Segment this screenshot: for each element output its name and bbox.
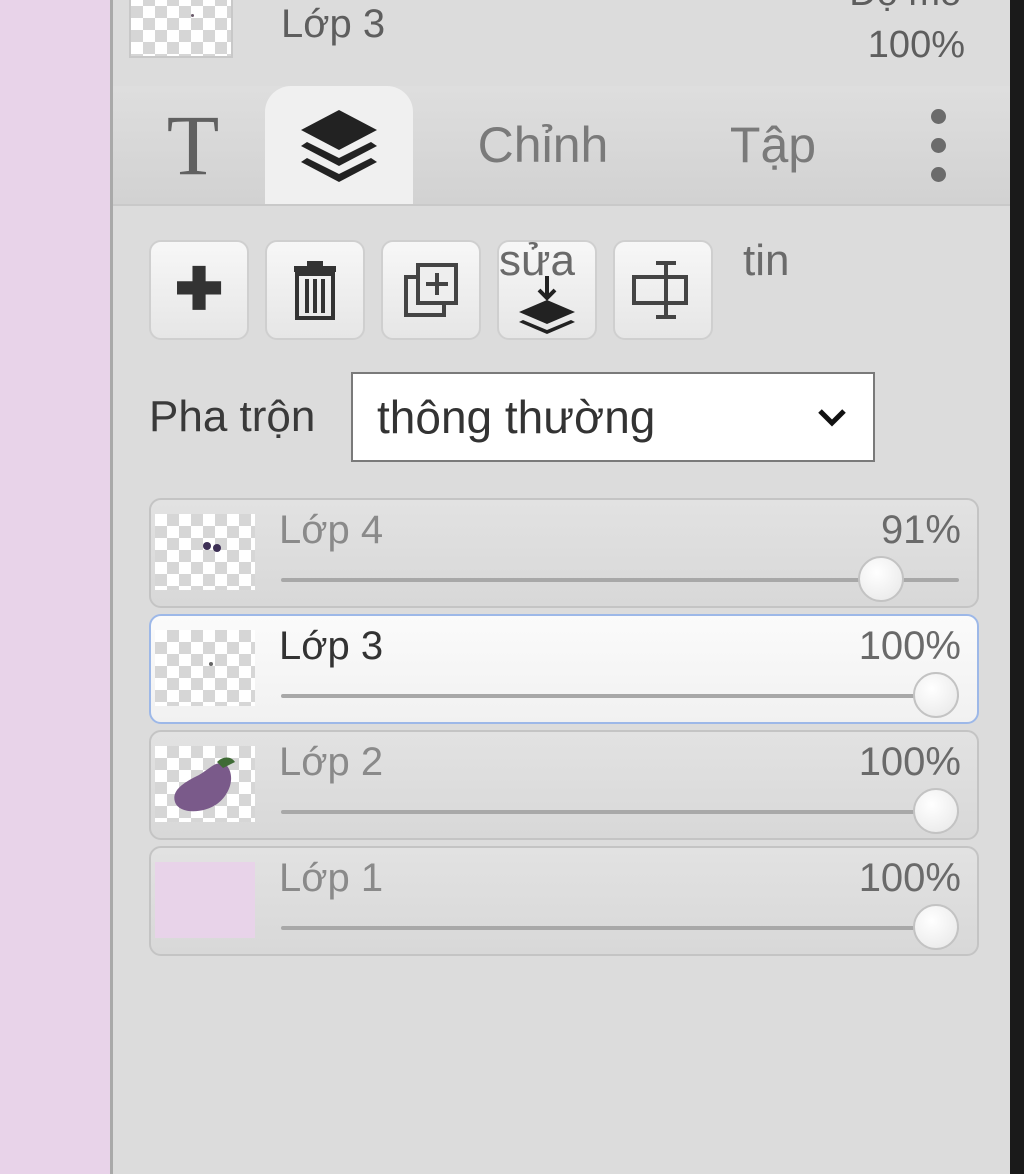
layer-opacity-value: 100% (858, 624, 961, 668)
trash-icon (294, 261, 336, 320)
layer-row-1[interactable]: Lớp 1 100% (149, 846, 979, 956)
add-layer-button[interactable]: ✚ (149, 240, 249, 340)
layer-opacity-value: 91% (880, 508, 961, 552)
layer-thumbnail (155, 630, 255, 706)
tab-file[interactable]: Tập (683, 86, 863, 204)
rename-icon (632, 261, 688, 319)
canvas-area[interactable] (0, 0, 110, 1174)
chevron-down-icon (809, 394, 855, 440)
blend-mode-select[interactable]: thông thường (351, 372, 875, 462)
tab-adjust[interactable]: Chỉnh (443, 86, 643, 204)
layer-name: Lớp 3 (279, 624, 384, 668)
blend-mode-label: Pha trộn (149, 392, 316, 441)
top-layer-thumbnail (129, 0, 233, 58)
top-layer-opacity-label: Độ mờ (849, 0, 965, 15)
opacity-slider-track[interactable] (281, 694, 959, 698)
layer-opacity-value: 100% (858, 856, 961, 900)
merge-caption: sửa (499, 236, 575, 285)
tab-layers[interactable] (265, 86, 413, 204)
layers-panel: Lớp 3 Độ mờ 100% T Chỉnh Tập ✚ (110, 0, 1013, 1174)
layer-opacity-value: 100% (858, 740, 961, 784)
opacity-slider-handle[interactable] (858, 556, 904, 602)
duplicate-icon (404, 263, 458, 317)
tab-more[interactable] (903, 86, 973, 204)
delete-layer-button[interactable] (265, 240, 365, 340)
layer-thumbnail (155, 746, 255, 822)
opacity-slider-track[interactable] (281, 926, 959, 930)
layer-row-3[interactable]: Lớp 3 100% (149, 614, 979, 724)
opacity-slider-handle[interactable] (913, 904, 959, 950)
layer-thumbnail (155, 862, 255, 938)
layer-row-4[interactable]: Lớp 4 91% (149, 498, 979, 608)
eggplant-icon (174, 757, 235, 812)
top-layer-name: Lớp 3 (281, 2, 386, 46)
tab-file-label: Tập (729, 117, 817, 173)
panel-tab-bar: T Chỉnh Tập (113, 86, 1013, 206)
top-layer-opacity-value: 100% (867, 24, 965, 66)
tab-text[interactable]: T (133, 86, 253, 204)
layer-name: Lớp 2 (279, 740, 384, 784)
layer-name: Lớp 4 (279, 508, 384, 552)
opacity-slider-handle[interactable] (913, 788, 959, 834)
plus-icon: ✚ (174, 257, 224, 322)
opacity-slider-track[interactable] (281, 810, 959, 814)
layer-row-2[interactable]: Lớp 2 100% (149, 730, 979, 840)
text-icon: T (166, 97, 220, 193)
blend-mode-value: thông thường (377, 391, 656, 443)
window-edge (1010, 0, 1024, 1174)
layers-list-empty-area (113, 980, 1013, 1174)
layer-name: Lớp 1 (279, 856, 384, 900)
opacity-slider-handle[interactable] (913, 672, 959, 718)
rename-layer-button[interactable] (613, 240, 713, 340)
layers-icon (301, 110, 377, 182)
tab-adjust-label: Chỉnh (477, 117, 609, 173)
layer-thumbnail (155, 514, 255, 590)
duplicate-layer-button[interactable] (381, 240, 481, 340)
more-vert-icon (930, 108, 946, 182)
extra-caption: tin (743, 236, 790, 285)
